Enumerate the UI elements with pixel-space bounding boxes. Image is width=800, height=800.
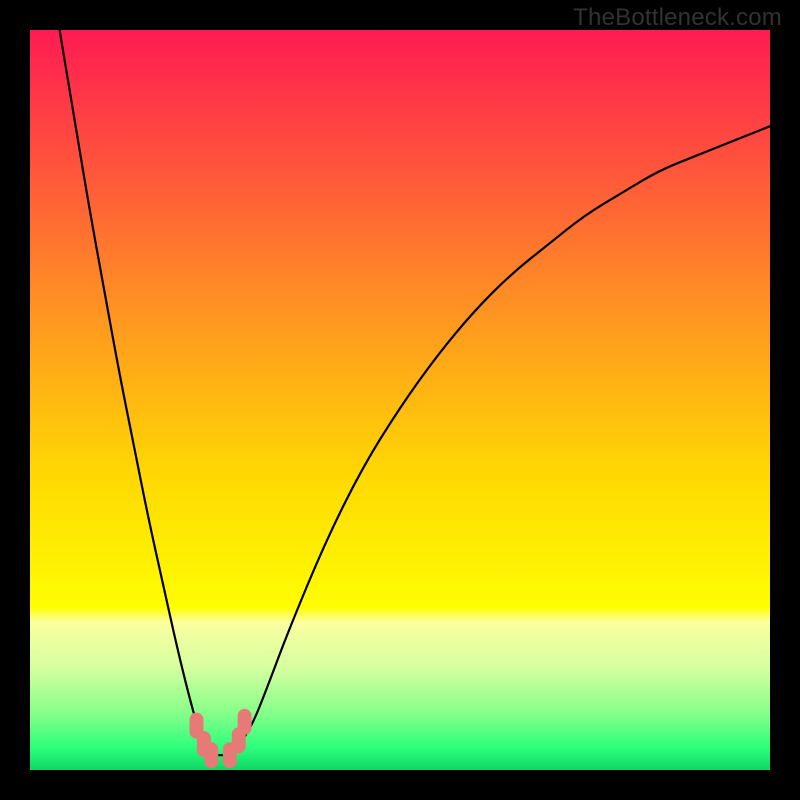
curve-marker (204, 742, 218, 768)
plot-area (30, 30, 770, 770)
watermark-text: TheBottleneck.com (573, 4, 782, 32)
bottleneck-chart (30, 30, 770, 770)
curve-marker (238, 709, 252, 735)
gradient-background (30, 30, 770, 770)
chart-frame: TheBottleneck.com (0, 0, 800, 800)
